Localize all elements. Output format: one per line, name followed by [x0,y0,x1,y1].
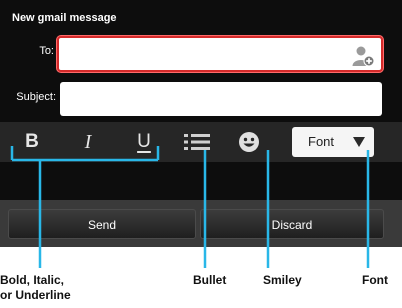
callout-line-2: or Underline [0,288,71,302]
callout-lines [10,146,370,268]
bullet-callout: Bullet [193,273,227,287]
smiley-callout: Smiley [263,273,302,287]
callout-line-1: Bold, Italic, [0,273,65,287]
bold-italic-underline-callout: Bold, Italic, or Underline [0,273,100,303]
font-callout: Font [362,273,388,287]
